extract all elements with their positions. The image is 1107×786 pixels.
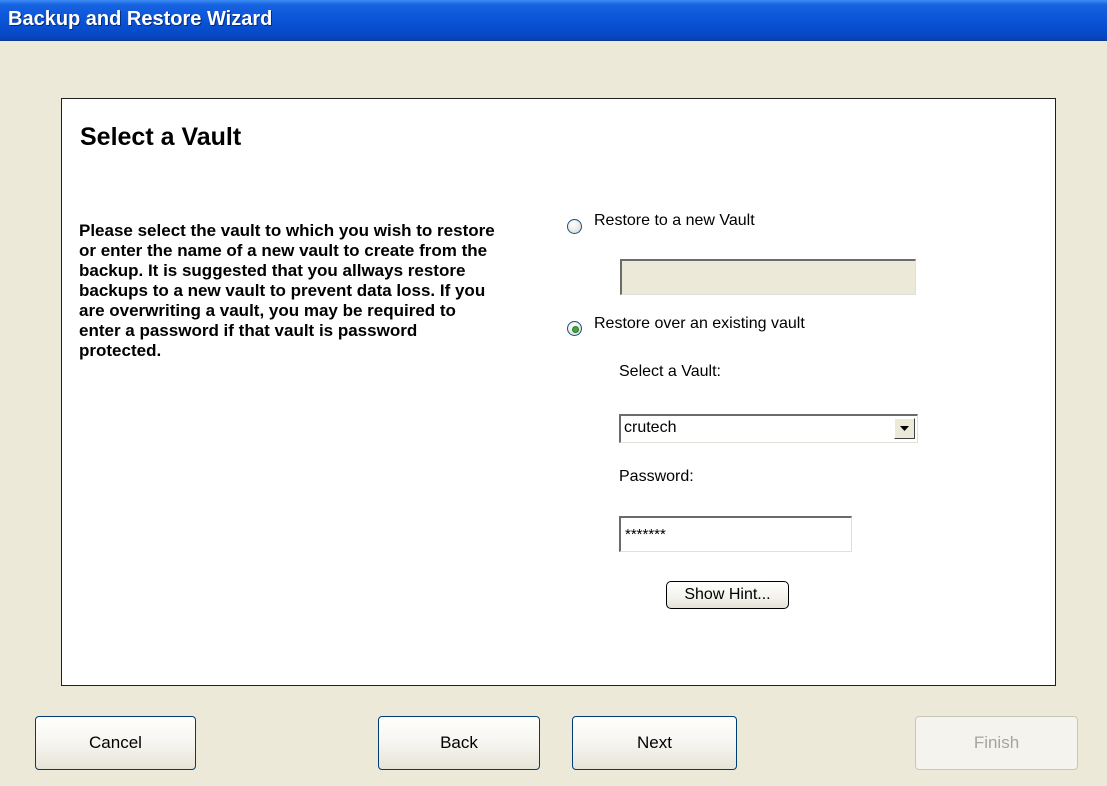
- show-hint-button[interactable]: Show Hint...: [666, 581, 789, 609]
- new-vault-radio-label[interactable]: Restore to a new Vault: [594, 212, 755, 230]
- radio-selected-dot: [572, 326, 579, 333]
- dropdown-arrow-button[interactable]: [894, 418, 915, 439]
- existing-vault-radio-label[interactable]: Restore over an existing vault: [594, 315, 805, 333]
- page-title: Select a Vault: [80, 123, 242, 151]
- window-title: Backup and Restore Wizard: [8, 8, 273, 30]
- existing-vault-radio[interactable]: [567, 321, 582, 336]
- next-button[interactable]: Next: [572, 716, 737, 770]
- title-bar[interactable]: Backup and Restore Wizard: [0, 0, 1107, 41]
- finish-button[interactable]: Finish: [915, 716, 1078, 770]
- wizard-content-panel: Select a Vault Please select the vault t…: [61, 98, 1056, 686]
- vault-select[interactable]: crutech: [619, 414, 918, 443]
- password-label: Password:: [619, 468, 694, 485]
- password-field[interactable]: [619, 516, 852, 552]
- select-vault-label: Select a Vault:: [619, 363, 721, 380]
- back-button[interactable]: Back: [378, 716, 540, 770]
- new-vault-radio[interactable]: [567, 219, 582, 234]
- new-vault-name-field[interactable]: [620, 259, 916, 295]
- cancel-button[interactable]: Cancel: [35, 716, 196, 770]
- instructions-text: Please select the vault to which you wis…: [79, 221, 495, 360]
- vault-select-value: crutech: [624, 419, 677, 436]
- chevron-down-icon: [900, 426, 909, 431]
